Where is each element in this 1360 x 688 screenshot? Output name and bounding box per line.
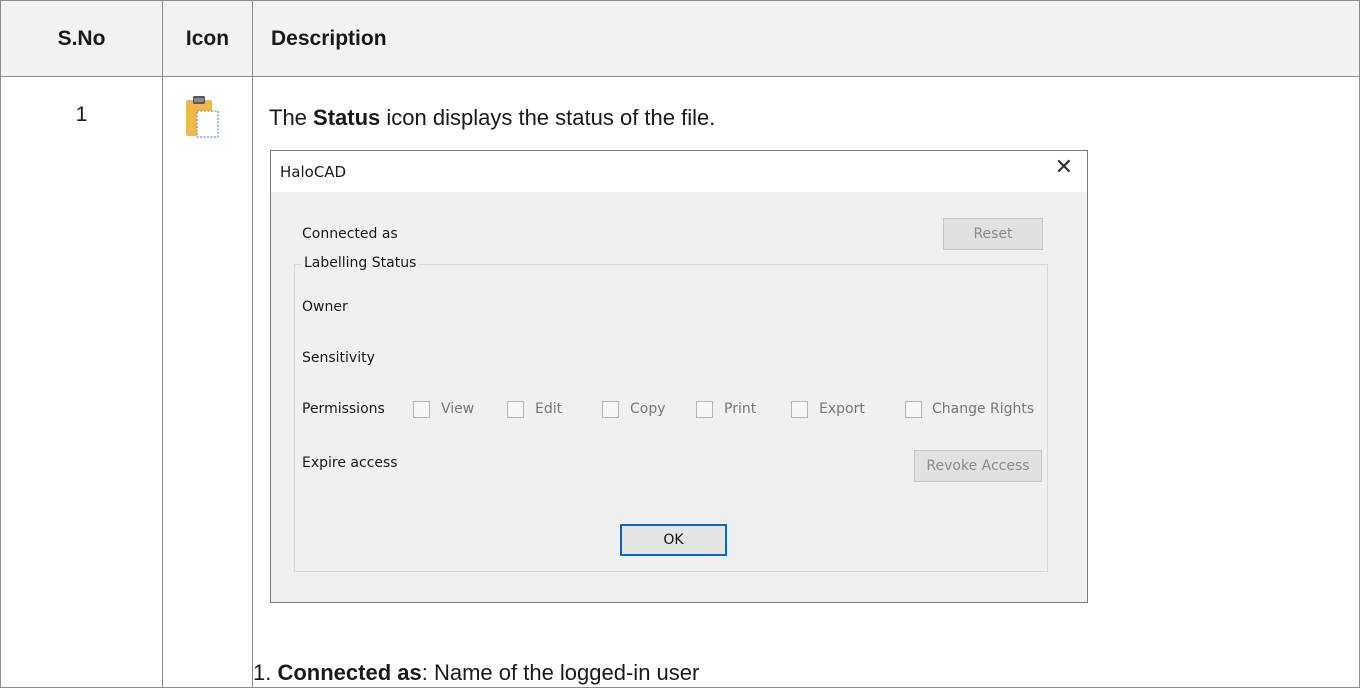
edit-checkbox-label: Edit [535,401,563,417]
row-sno: 1 [0,76,163,688]
header-description: Description [252,0,1360,77]
dialog-titlebar: HaloCAD ✕ [271,151,1087,192]
halocad-status-dialog: HaloCAD ✕ Connected as Reset Labelling S… [270,150,1088,603]
change-rights-checkbox-label: Change Rights [932,401,1035,417]
view-checkbox[interactable] [413,401,430,418]
intro-bold-term: Status [313,105,381,130]
export-checkbox-label: Export [819,401,865,417]
note-bold-term: Connected as [277,660,422,685]
sensitivity-label: Sensitivity [302,350,375,366]
intro-prefix: The [269,105,314,130]
documentation-table: S.No Icon Description 1 The Status icon … [0,0,1360,688]
permissions-label: Permissions [302,401,385,417]
edit-checkbox[interactable] [507,401,524,418]
status-description: The Status icon displays the status of t… [269,105,715,131]
labelling-status-legend: Labelling Status [301,255,420,271]
export-checkbox[interactable] [791,401,808,418]
dialog-title: HaloCAD [280,163,347,181]
ok-button[interactable]: OK [620,524,727,556]
note-text: : Name of the logged-in user [421,660,700,685]
print-checkbox-label: Print [724,401,757,417]
copy-checkbox-label: Copy [630,401,666,417]
header-icon: Icon [162,0,253,77]
print-checkbox[interactable] [696,401,713,418]
note-number: 1. [253,660,278,685]
row-description-cell: The Status icon displays the status of t… [252,76,1360,688]
list-item: 1. Connected as: Name of the logged-in u… [253,660,699,686]
connected-as-label: Connected as [302,226,398,242]
change-rights-checkbox[interactable] [905,401,922,418]
row-icon-cell [162,76,253,688]
reset-button[interactable]: Reset [943,218,1043,250]
intro-suffix: icon displays the status of the file. [380,105,716,130]
revoke-access-button[interactable]: Revoke Access [914,450,1042,482]
copy-checkbox[interactable] [602,401,619,418]
owner-label: Owner [302,299,348,315]
close-icon[interactable]: ✕ [1055,157,1073,179]
table-row: 1 The Status icon displays the status of… [0,76,1360,688]
expire-access-label: Expire access [302,455,398,471]
table-header-row: S.No Icon Description [0,0,1360,77]
header-sno: S.No [0,0,163,77]
view-checkbox-label: View [441,401,475,417]
clipboard-icon [186,96,219,138]
